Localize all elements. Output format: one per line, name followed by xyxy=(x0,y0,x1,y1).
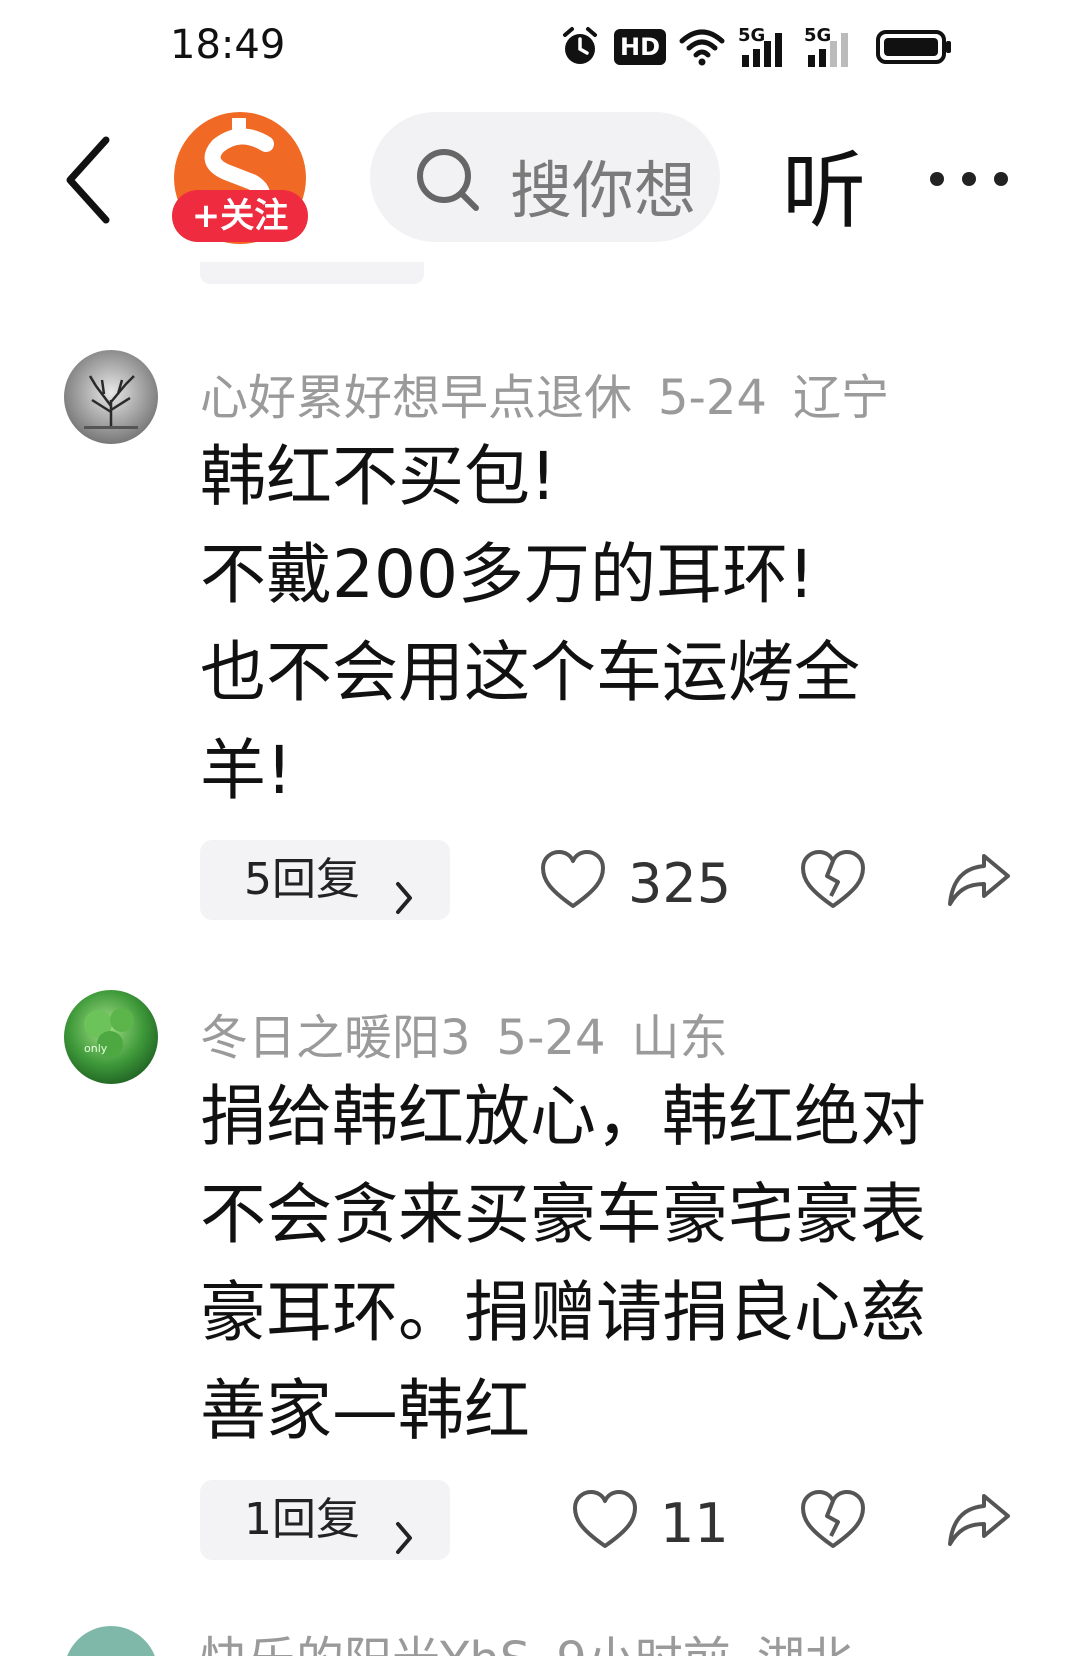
username[interactable]: 心好累好想早点退休 xyxy=(200,370,632,426)
search-placeholder: 搜你想 xyxy=(510,154,697,227)
battery-icon xyxy=(876,24,952,70)
like-count: 11 xyxy=(660,1492,729,1555)
account-avatar[interactable]: +关注 xyxy=(172,108,312,248)
more-options-icon[interactable] xyxy=(930,150,1020,210)
comment-line: 不戴200多万的耳环! xyxy=(200,536,815,613)
follow-button[interactable]: +关注 xyxy=(172,190,308,242)
comment-text: 捐给韩红放心，韩红绝对 不会贪来买豪车豪宅豪表 豪耳环。捐赠请捐良心慈 善家—韩… xyxy=(200,1068,980,1460)
comment-line: 韩红不买包! xyxy=(200,438,557,515)
view-replies-button[interactable]: 1回复 xyxy=(200,1480,450,1560)
comment-date: 5-24 xyxy=(658,370,767,426)
comment-item: 快乐的阳光YhS 9小时前 湖北 xyxy=(0,1626,1080,1656)
comment-location: 山东 xyxy=(631,1010,728,1066)
alarm-icon xyxy=(560,24,600,70)
comment-text: 韩红不买包! 不戴200多万的耳环! 也不会用这个车运烤全 羊! xyxy=(200,428,980,820)
comment-date: 5-24 xyxy=(496,1010,606,1066)
heart-like-icon[interactable] xyxy=(572,1490,638,1550)
previous-reply-pill xyxy=(200,262,424,284)
share-arrow-icon[interactable] xyxy=(946,850,1012,910)
comment-meta: 冬日之暖阳3 5-24 山东 xyxy=(200,998,754,1068)
comment-line: 也不会用这个车运烤全 xyxy=(200,634,860,711)
broken-heart-dislike-icon[interactable] xyxy=(800,1490,866,1550)
comment-meta: 快乐的阳光YhS 9小时前 湖北 xyxy=(200,1626,879,1656)
username[interactable]: 快乐的阳光YhS xyxy=(200,1632,530,1656)
like-count: 325 xyxy=(628,852,732,915)
wifi-icon xyxy=(678,24,726,70)
heart-like-icon[interactable] xyxy=(540,850,606,910)
status-time: 18:49 xyxy=(170,22,286,68)
comment-location: 湖北 xyxy=(757,1632,853,1656)
view-replies-button[interactable]: 5回复 xyxy=(200,840,450,920)
comment-line: 不会贪来买豪车豪宅豪表 xyxy=(200,1176,926,1253)
user-avatar[interactable] xyxy=(64,350,158,444)
comment-location: 辽宁 xyxy=(792,370,889,426)
comment-meta: 心好累好想早点退休 5-24 辽宁 xyxy=(200,358,915,428)
svg-text:only: only xyxy=(84,1042,108,1055)
comment-line: 善家—韩红 xyxy=(200,1372,530,1449)
signal-5g-icon: 5G xyxy=(804,24,856,70)
broken-heart-dislike-icon[interactable] xyxy=(800,850,866,910)
hd-icon: HD xyxy=(614,24,667,70)
share-arrow-icon[interactable] xyxy=(946,1490,1012,1550)
signal-5g-icon: 5G xyxy=(738,24,790,70)
back-arrow-icon[interactable] xyxy=(56,130,126,230)
comment-line: 捐给韩红放心，韩红绝对 xyxy=(200,1078,926,1155)
comment-line: 豪耳环。捐赠请捐良心慈 xyxy=(200,1274,926,1351)
search-bar[interactable]: 搜你想 xyxy=(370,112,720,242)
comment-line: 羊! xyxy=(200,732,293,809)
username[interactable]: 冬日之暖阳3 xyxy=(200,1010,471,1066)
chevron-right-icon xyxy=(392,1502,416,1582)
comment-date: 9小时前 xyxy=(556,1632,731,1656)
user-avatar[interactable] xyxy=(64,1626,158,1656)
user-avatar[interactable]: only xyxy=(64,990,158,1084)
search-icon xyxy=(414,146,484,220)
replies-label: 5回复 xyxy=(244,854,360,905)
listen-button[interactable]: 听 xyxy=(782,124,866,245)
chevron-right-icon xyxy=(392,862,416,942)
replies-label: 1回复 xyxy=(244,1494,360,1545)
